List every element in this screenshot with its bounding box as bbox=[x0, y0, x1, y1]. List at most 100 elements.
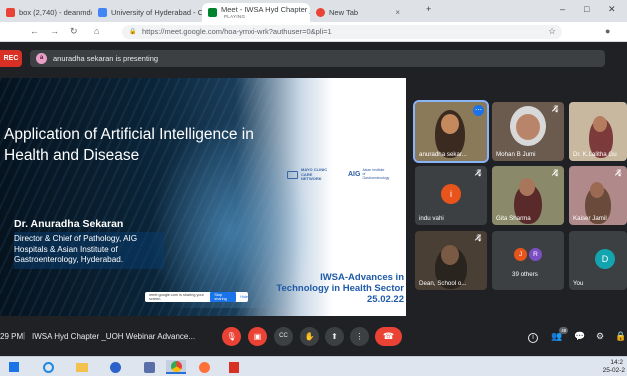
participant-face bbox=[593, 116, 607, 132]
back-icon[interactable]: ← bbox=[30, 26, 39, 36]
slide-event-block: IWSA-Advances in Technology in Health Se… bbox=[244, 272, 404, 305]
slide-title: Application of Artificial Intelligence i… bbox=[4, 126, 254, 164]
tab-gmail[interactable]: box (2,740) - deanmd@uohyd × bbox=[0, 3, 92, 22]
chrome-icon bbox=[316, 8, 325, 17]
profile-icon[interactable]: ● bbox=[605, 26, 610, 36]
tab-calendar[interactable]: University of Hyderabad - Cale × bbox=[92, 3, 202, 22]
maximize-button[interactable]: □ bbox=[584, 4, 589, 14]
close-window-button[interactable]: ✕ bbox=[608, 4, 616, 15]
meet-icon bbox=[208, 8, 217, 17]
tab-meet[interactable]: Meet - IWSA Hyd Chapter _UOH PLAYING × bbox=[202, 3, 310, 22]
gmail-icon bbox=[6, 8, 15, 17]
mayo-clinic-logo: MAYO CLINIC CARE NETWORK bbox=[287, 167, 333, 182]
app-icon bbox=[143, 361, 155, 373]
taskbar-firefox[interactable] bbox=[196, 360, 212, 374]
new-tab-button[interactable]: + bbox=[426, 4, 431, 14]
taskbar-internet-explorer[interactable] bbox=[40, 360, 56, 374]
reload-icon[interactable]: ↻ bbox=[70, 26, 78, 37]
windows-icon bbox=[9, 362, 19, 372]
participant-tile-anuradha[interactable]: ⋯ anuradha sekar... bbox=[413, 100, 489, 163]
start-button[interactable] bbox=[6, 360, 22, 374]
participant-name: indu vahi bbox=[419, 215, 444, 222]
mic-off-icon: 🎙 bbox=[474, 170, 483, 177]
present-now-button[interactable]: ⬆ bbox=[325, 327, 344, 346]
forward-icon[interactable]: → bbox=[50, 26, 59, 36]
hide-button[interactable]: Hide bbox=[240, 295, 248, 299]
taskbar-media[interactable] bbox=[107, 360, 123, 374]
lock-icon: 🔒 bbox=[615, 331, 627, 341]
presenting-banner: a anuradha sekaran is presenting bbox=[30, 50, 605, 67]
media-player-icon bbox=[109, 361, 121, 373]
taskbar-pdf[interactable] bbox=[226, 360, 242, 374]
mic-toggle-button[interactable]: 🎙 bbox=[222, 327, 241, 346]
stop-sharing-button[interactable]: Stop sharing bbox=[210, 292, 237, 302]
raise-hand-button[interactable]: ✋ bbox=[300, 327, 319, 346]
activities-button[interactable]: ⚙ bbox=[596, 331, 604, 342]
home-icon[interactable]: ⌂ bbox=[94, 26, 99, 36]
folder-icon bbox=[76, 362, 88, 372]
participant-face bbox=[441, 245, 459, 265]
close-icon[interactable]: × bbox=[395, 8, 400, 17]
more-vert-icon: ⋮ bbox=[355, 332, 364, 341]
meeting-clock: 29 PM bbox=[0, 332, 24, 341]
presenter-avatar: a bbox=[36, 53, 47, 64]
url-input[interactable]: 🔒 https://meet.google.com/hoa-ymxi-wrk?a… bbox=[122, 25, 562, 39]
taskbar-clock: 14:2 bbox=[610, 359, 623, 366]
host-controls-button[interactable]: 🔒 bbox=[615, 331, 626, 342]
activities-icon: ⚙ bbox=[596, 331, 605, 341]
slide-event-line1: IWSA-Advances in bbox=[320, 272, 404, 283]
tab-playing-label: PLAYING bbox=[224, 14, 246, 19]
participant-tile-self[interactable]: D You bbox=[569, 231, 627, 290]
participant-face bbox=[519, 178, 535, 196]
participant-tile-gita[interactable]: 🎙 Gita Sharma bbox=[492, 166, 564, 225]
camera-toggle-button[interactable]: ▣ bbox=[248, 327, 267, 346]
tab-new-tab[interactable]: New Tab × bbox=[310, 3, 406, 22]
mic-off-icon: 🎙 bbox=[474, 235, 483, 242]
taskbar-chrome[interactable] bbox=[166, 360, 186, 374]
mic-off-icon: 🎙 bbox=[226, 332, 237, 341]
taskbar-file-explorer[interactable] bbox=[74, 360, 90, 374]
participant-tile-mohan[interactable]: 🎙 Mohan B Jumi bbox=[492, 102, 564, 161]
participant-tile-dean[interactable]: 🎙 Dean, School o... bbox=[415, 231, 487, 290]
aig-logo-subtext: Asian Institute of Gastroenterology bbox=[362, 168, 390, 180]
screen-share-notice: meet.google.com is sharing your screen. … bbox=[145, 292, 248, 302]
participant-tile-lalitha[interactable]: Dr. K.Lalitha Gu bbox=[569, 102, 627, 161]
more-options-button[interactable]: ⋮ bbox=[350, 327, 369, 346]
people-button[interactable]: 👥 48 bbox=[551, 327, 569, 342]
speaker-description: Director & Chief of Pathology, AIG Hospi… bbox=[14, 232, 164, 269]
taskbar-app[interactable] bbox=[141, 360, 157, 374]
meeting-details-button[interactable]: i bbox=[528, 331, 538, 343]
present-icon: ⬆ bbox=[331, 332, 338, 341]
participant-avatar: D bbox=[595, 249, 615, 269]
bookmark-star-icon[interactable]: ☆ bbox=[548, 26, 556, 37]
tab-label: University of Hyderabad - Cale bbox=[111, 8, 202, 17]
recording-badge: REC bbox=[0, 50, 22, 67]
minimize-button[interactable]: – bbox=[560, 4, 565, 14]
chat-button[interactable]: 💬 bbox=[574, 331, 585, 342]
info-icon: i bbox=[528, 333, 538, 343]
participant-face bbox=[516, 114, 540, 140]
leave-call-button[interactable]: ☎ bbox=[375, 327, 402, 346]
address-bar-row: ← → ↻ ⌂ 🔒 https://meet.google.com/hoa-ym… bbox=[0, 22, 627, 42]
tab-label: New Tab bbox=[329, 8, 359, 17]
calendar-icon bbox=[98, 8, 107, 17]
participant-avatar: J bbox=[514, 248, 527, 261]
mayo-logo-text: MAYO CLINIC CARE NETWORK bbox=[301, 167, 328, 181]
captions-button[interactable]: CC bbox=[274, 327, 293, 346]
participant-name: Kaiser Jamil bbox=[573, 215, 607, 222]
participant-name: You bbox=[573, 280, 584, 287]
more-options-icon[interactable]: ⋯ bbox=[473, 105, 484, 116]
chrome-icon bbox=[170, 360, 182, 372]
speaker-name: Dr. Anuradha Sekaran bbox=[14, 218, 124, 230]
participant-tile-indu[interactable]: i 🎙 indu vahi bbox=[415, 166, 487, 225]
chat-icon: 💬 bbox=[574, 331, 586, 341]
participant-tile-kaiser[interactable]: 🎙 Kaiser Jamil bbox=[569, 166, 627, 225]
participant-name: Dean, School o... bbox=[419, 280, 467, 287]
participant-avatar: i bbox=[441, 184, 461, 204]
participant-tile-others[interactable]: J R 39 others bbox=[492, 231, 564, 290]
participant-name: Gita Sharma bbox=[496, 215, 531, 222]
aig-logo: AIG Asian Institute of Gastroenterology bbox=[348, 168, 390, 180]
participant-name: anuradha sekar... bbox=[419, 151, 467, 158]
tab-label: Meet - IWSA Hyd Chapter _UOH bbox=[221, 5, 310, 14]
pdf-icon bbox=[229, 361, 239, 373]
